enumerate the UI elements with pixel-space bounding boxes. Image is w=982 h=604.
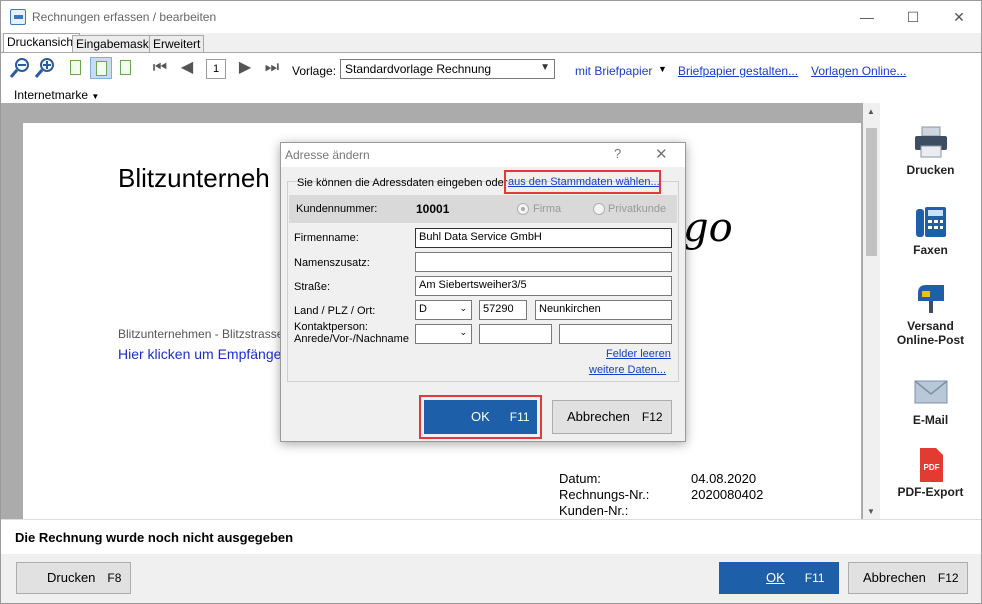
chevron-down-icon: ▼ xyxy=(91,92,100,101)
next-page-icon[interactable]: ▶ xyxy=(234,57,256,79)
internetmarke-menu[interactable]: Internetmarke ▼ xyxy=(14,88,99,102)
maximize-button[interactable]: ☐ xyxy=(890,5,936,29)
bottom-bar: Drucken F8 OK F11 Abbrechen F12 xyxy=(1,554,981,603)
vertical-scrollbar[interactable]: ▲ ▼ xyxy=(863,103,880,519)
dialog-ok-button[interactable]: OK F11 xyxy=(424,400,537,434)
briefpapier-link[interactable]: mit Briefpapier xyxy=(575,64,652,78)
zoom-in-icon[interactable] xyxy=(34,57,56,79)
weitere-daten-link[interactable]: weitere Daten... xyxy=(589,364,666,376)
meta-label-kunde: Kunden-Nr.: xyxy=(559,503,629,518)
ort-field[interactable]: Neunkirchen xyxy=(535,300,672,320)
status-bar: Die Rechnung wurde noch nicht ausgegeben xyxy=(1,519,981,554)
sidebar-versand-online-post[interactable]: Versand Online-Post xyxy=(880,281,981,347)
close-button[interactable]: ✕ xyxy=(936,5,981,29)
strasse-field[interactable]: Am Siebertsweiher3/5 xyxy=(415,276,672,296)
app-icon xyxy=(10,9,26,25)
firmenname-label: Firmenname: xyxy=(294,232,359,244)
tab-strip: Druckansicht Eingabemaske Erweitert xyxy=(1,33,981,52)
land-plz-ort-label: Land / PLZ / Ort: xyxy=(294,305,376,317)
nachname-field[interactable] xyxy=(559,324,672,344)
scroll-thumb[interactable] xyxy=(866,128,877,256)
full-page-icon[interactable] xyxy=(115,57,137,79)
sender-line: Blitzunternehmen - Blitzstrasse xyxy=(118,327,284,341)
pdf-icon: PDF xyxy=(913,447,949,482)
meta-value-rechnung: 2020080402 xyxy=(691,487,764,502)
chevron-down-icon: ⌄ xyxy=(459,327,467,337)
status-text: Die Rechnung wurde noch nicht ausgegeben xyxy=(15,530,294,545)
radio-firma[interactable] xyxy=(517,203,529,215)
sidebar-faxen[interactable]: Faxen xyxy=(880,205,981,257)
drucken-button[interactable]: Drucken F8 xyxy=(16,562,131,594)
abbrechen-button[interactable]: Abbrechen F12 xyxy=(848,562,968,594)
highlight-stammdaten xyxy=(504,170,661,194)
radio-firma-label: Firma xyxy=(533,203,562,215)
vorlagen-online-link[interactable]: Vorlagen Online... xyxy=(811,64,906,78)
land-select[interactable]: D ⌄ xyxy=(415,300,472,320)
vorlage-label: Vorlage: xyxy=(292,64,337,78)
output-sidebar: Drucken Faxen Versand Online-Post E-Mail … xyxy=(880,103,981,519)
printer-icon xyxy=(913,125,949,159)
tab-druckansicht[interactable]: Druckansicht xyxy=(3,33,81,52)
first-page-icon[interactable]: ⏮ xyxy=(149,57,171,79)
namenszusatz-label: Namenszusatz: xyxy=(294,257,370,269)
dialog-abbrechen-button[interactable]: Abbrechen F12 xyxy=(552,400,672,434)
meta-label-rechnung: Rechnungs-Nr.: xyxy=(559,487,650,502)
strasse-label: Straße: xyxy=(294,281,331,293)
kundennummer-value: 10001 xyxy=(416,202,450,216)
firmenname-field[interactable]: Buhl Data Service GmbH xyxy=(415,228,672,248)
sidebar-pdf-export[interactable]: PDF PDF-Export xyxy=(880,447,981,499)
briefpapier-dropdown-icon[interactable]: ▼ xyxy=(658,64,667,74)
radio-privatkunde-label: Privatkunde xyxy=(608,203,667,215)
anrede-select[interactable]: ⌄ xyxy=(415,324,472,344)
title-bar: Rechnungen erfassen / bearbeiten — ☐ ✕ xyxy=(1,1,981,33)
zoom-out-icon[interactable] xyxy=(9,57,31,79)
kontakt-label-1: Kontaktperson: xyxy=(294,321,368,333)
dialog-title-bar: Adresse ändern ? ✕ xyxy=(281,143,685,167)
scroll-up-icon[interactable]: ▲ xyxy=(867,107,875,116)
tab-erweitert[interactable]: Erweitert xyxy=(149,35,205,52)
vorname-field[interactable] xyxy=(479,324,552,344)
briefpapier-gestalten-link[interactable]: Briefpapier gestalten... xyxy=(678,64,798,78)
single-page-icon[interactable] xyxy=(65,57,87,79)
dialog-title: Adresse ändern xyxy=(285,148,370,162)
intro-text: Sie können die Adressdaten eingeben oder xyxy=(297,177,508,189)
chevron-down-icon: ▼ xyxy=(540,62,550,73)
scroll-down-icon[interactable]: ▼ xyxy=(867,507,875,516)
kundennummer-label: Kundennummer: xyxy=(296,203,378,215)
namenszusatz-field[interactable] xyxy=(415,252,672,272)
last-page-icon[interactable]: ⏭ xyxy=(261,57,283,79)
sidebar-drucken[interactable]: Drucken xyxy=(880,125,981,177)
pdf-badge-text: PDF xyxy=(923,463,939,472)
radio-privatkunde[interactable] xyxy=(593,203,605,215)
ok-button[interactable]: OK F11 xyxy=(719,562,839,594)
recipient-link[interactable]: Hier klicken um Empfänge xyxy=(118,346,281,362)
tab-eingabemaske[interactable]: Eingabemaske xyxy=(72,35,160,52)
plz-field[interactable]: 57290 xyxy=(479,300,527,320)
felder-leeren-link[interactable]: Felder leeren xyxy=(606,348,671,360)
window-title: Rechnungen erfassen / bearbeiten xyxy=(32,10,217,24)
page-width-icon[interactable] xyxy=(90,57,112,79)
logo-text: go xyxy=(683,205,733,251)
mailbox-icon xyxy=(913,281,949,315)
meta-label-datum: Datum: xyxy=(559,471,601,486)
minimize-button[interactable]: — xyxy=(844,5,890,29)
page-number-input[interactable]: 1 xyxy=(206,59,226,79)
kontakt-label-2: Anrede/Vor-/Nachname xyxy=(294,333,409,345)
dialog-close-icon[interactable]: ✕ xyxy=(655,145,668,163)
chevron-down-icon: ⌄ xyxy=(459,303,467,313)
meta-value-datum: 04.08.2020 xyxy=(691,471,757,486)
help-icon[interactable]: ? xyxy=(614,146,621,161)
address-dialog: Adresse ändern ? ✕ Sie können die Adress… xyxy=(280,142,686,442)
envelope-icon xyxy=(913,375,949,409)
fax-icon xyxy=(913,205,949,239)
company-heading: Blitzunterneh xyxy=(118,163,270,193)
vorlage-select[interactable]: Standardvorlage Rechnung ▼ xyxy=(340,59,555,79)
sidebar-email[interactable]: E-Mail xyxy=(880,375,981,427)
toolbar: ⏮ ◀ 1 ▶ ⏭ Vorlage: Standardvorlage Rechn… xyxy=(1,52,981,103)
prev-page-icon[interactable]: ◀ xyxy=(176,57,198,79)
